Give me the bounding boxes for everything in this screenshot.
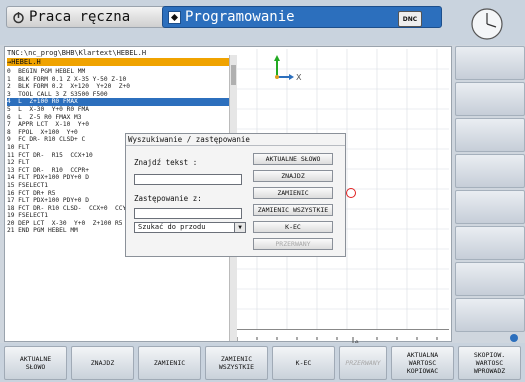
side-softkey-8[interactable] — [455, 298, 525, 332]
dialog-cancel-button[interactable]: PRZERWANY — [253, 238, 333, 250]
program-line[interactable]: 1 BLK FORM 0.1 Z X-35 Y-50 Z-10 — [7, 76, 229, 84]
program-line[interactable]: 2 BLK FORM 0.2 X+120 Y+20 Z+0 — [7, 83, 229, 91]
tool-position-marker — [346, 188, 356, 198]
scrollbar-thumb[interactable] — [231, 65, 236, 85]
softkey-current-word[interactable]: AKTUALNE SŁOWO — [4, 346, 67, 380]
file-path: TNC:\nc_prog\BHB\Klartext\HEBEL.H — [7, 49, 147, 57]
file-name: →HEBEL.H — [7, 58, 229, 66]
dnc-badge: DNC — [398, 11, 422, 27]
chevron-down-icon: ▼ — [234, 223, 245, 232]
program-line[interactable]: 4 L Z+100 R0 FMAX — [7, 98, 229, 106]
program-line[interactable]: 6 L Z-5 R0 FMAX M3 — [7, 114, 229, 122]
program-line[interactable]: 5 L X-30 Y+0 R0 FMA — [7, 106, 229, 114]
clock-icon — [465, 6, 509, 42]
dialog-find-button[interactable]: ZNAJDZ — [253, 170, 333, 182]
softkey-cancel[interactable]: PRZERWANY — [339, 346, 387, 380]
direction-select-value: Szukać do przodu — [138, 223, 206, 231]
dialog-replace-all-button[interactable]: ZAMIENIC WSZYSTKIE — [253, 204, 333, 216]
mode-tab-manual-label: Praca ręczna — [29, 9, 131, 25]
side-softkey-4[interactable] — [455, 154, 525, 188]
programming-icon — [167, 10, 181, 24]
x-axis-label: X — [296, 73, 302, 82]
dialog-replace-button[interactable]: ZAMIENIC — [253, 187, 333, 199]
softkey-copy-actual-value[interactable]: AKTUALNA WARTOSC KOPIOWAC — [391, 346, 454, 380]
softkey-find[interactable]: ZNAJDZ — [71, 346, 134, 380]
side-softkey-5[interactable] — [455, 190, 525, 224]
softkey-page-indicator — [510, 334, 518, 342]
horizontal-scale: 0 — [236, 329, 449, 347]
side-softkey-1[interactable] — [455, 46, 525, 80]
program-line[interactable]: 3 TOOL CALL 3 Z S3500 F500 — [7, 91, 229, 99]
dialog-divider — [126, 145, 345, 146]
side-softkey-7[interactable] — [455, 262, 525, 296]
direction-select[interactable]: Szukać do przodu ▼ — [134, 222, 246, 233]
axis-triad-icon — [274, 55, 294, 80]
softkey-paste-copied-value[interactable]: SKOPIOW. WARTOSC WPROWADZ — [458, 346, 521, 380]
dialog-current-word-button[interactable]: AKTUALNE SŁOWO — [253, 153, 333, 165]
side-softkey-2[interactable] — [455, 82, 525, 116]
search-replace-dialog: Wyszukiwanie / zastępowanie Znajdź tekst… — [125, 133, 346, 257]
softkey-end[interactable]: K-EC — [272, 346, 335, 380]
softkey-replace[interactable]: ZAMIENIC — [138, 346, 201, 380]
mode-tab-programming-label: Programowanie — [185, 9, 295, 25]
dialog-end-button[interactable]: K-EC — [253, 221, 333, 233]
power-icon — [11, 10, 25, 24]
mode-tab-manual[interactable]: Praca ręczna — [6, 6, 171, 28]
program-line[interactable]: 7 APPR LCT X-10 Y+0 — [7, 121, 229, 129]
find-label: Znajdź tekst : — [134, 158, 198, 167]
replace-label: Zastępowanie z: — [134, 194, 202, 203]
program-line[interactable]: 0 BEGIN PGM HEBEL MM — [7, 68, 229, 76]
find-input[interactable] — [134, 174, 242, 185]
side-softkey-6[interactable] — [455, 226, 525, 260]
replace-input[interactable] — [134, 208, 242, 219]
softkey-replace-all[interactable]: ZAMIENIC WSZYSTKIE — [205, 346, 268, 380]
side-softkey-3[interactable] — [455, 118, 525, 152]
dialog-title: Wyszukiwanie / zastępowanie — [128, 135, 250, 144]
